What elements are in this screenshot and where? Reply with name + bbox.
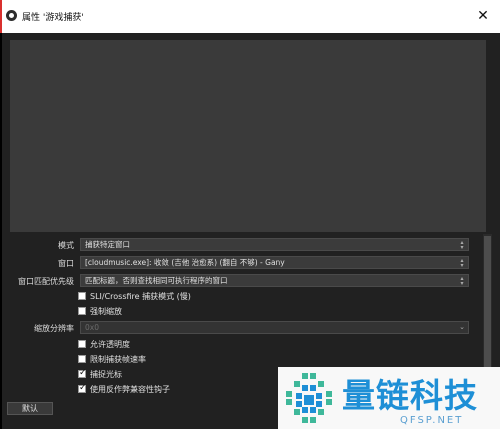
checkbox-box[interactable] bbox=[78, 340, 86, 348]
mode-label: 模式 bbox=[58, 241, 74, 250]
spin-arrows-icon: ▴ ▾ bbox=[460, 275, 464, 287]
mode-row: 模式 捕获特定窗口 ▴ ▾ bbox=[2, 238, 480, 252]
checkbox-box[interactable] bbox=[78, 355, 86, 363]
checkbox-box[interactable]: ✓ bbox=[78, 383, 87, 393]
checkbox-box[interactable] bbox=[78, 292, 86, 300]
force-scaling-label: 强制缩放 bbox=[90, 307, 122, 316]
spin-arrows-icon: ▴ ▾ bbox=[460, 239, 464, 251]
watermark-text-en: QFSP.NET bbox=[400, 415, 464, 426]
source-preview bbox=[10, 40, 486, 232]
scale-resolution-row: 缩放分辨率 0x0 ⌄ bbox=[2, 321, 480, 335]
limit-framerate-label: 限制捕获帧速率 bbox=[90, 355, 146, 364]
checkbox-box[interactable] bbox=[78, 307, 86, 315]
defaults-button[interactable]: 默认 bbox=[7, 402, 53, 415]
window-label: 窗口 bbox=[58, 259, 74, 268]
spin-arrows-icon: ▴ ▾ bbox=[460, 257, 464, 269]
window-row: 窗口 [cloudmusic.exe]: 收敛 (吉他 治愈系) (翻自 不够)… bbox=[2, 256, 480, 270]
anticheat-hook-label: 使用反作弊兼容性钩子 bbox=[90, 385, 170, 394]
scale-resolution-value: 0x0 bbox=[85, 323, 99, 332]
chevron-down-icon: ⌄ bbox=[459, 323, 465, 331]
match-priority-label: 窗口匹配优先级 bbox=[18, 277, 74, 286]
watermark: 量链科技 QFSP.NET bbox=[278, 367, 500, 429]
obs-app-icon bbox=[6, 10, 17, 21]
watermark-text-cn: 量链科技 bbox=[342, 376, 478, 415]
title-bar: 属性 '游戏捕获' ✕ bbox=[0, 0, 500, 33]
mode-select[interactable]: 捕获特定窗口 ▴ ▾ bbox=[80, 238, 469, 251]
check-icon: ✓ bbox=[79, 368, 87, 378]
scale-resolution-label: 缩放分辨率 bbox=[34, 324, 74, 333]
match-priority-row: 窗口匹配优先级 匹配标题，否则查找相同可执行程序的窗口 ▴ ▾ bbox=[2, 274, 480, 288]
check-icon: ✓ bbox=[79, 383, 87, 393]
window-value: [cloudmusic.exe]: 收敛 (吉他 治愈系) (翻自 不够) - … bbox=[85, 258, 285, 267]
close-button[interactable]: ✕ bbox=[474, 6, 492, 26]
scale-resolution-select[interactable]: 0x0 ⌄ bbox=[80, 321, 469, 334]
allow-transparency-label: 允许透明度 bbox=[90, 340, 130, 349]
match-priority-value: 匹配标题，否则查找相同可执行程序的窗口 bbox=[85, 276, 228, 285]
window-title: 属性 '游戏捕获' bbox=[22, 13, 84, 23]
watermark-logo-icon bbox=[286, 373, 332, 423]
sli-crossfire-label: SLI/Crossfire 捕获模式 (慢) bbox=[90, 292, 191, 301]
checkbox-box[interactable]: ✓ bbox=[78, 368, 87, 378]
window-select[interactable]: [cloudmusic.exe]: 收敛 (吉他 治愈系) (翻自 不够) - … bbox=[80, 256, 469, 269]
scrollbar-thumb[interactable] bbox=[484, 236, 491, 368]
title-accent bbox=[0, 0, 2, 33]
capture-cursor-label: 捕捉光标 bbox=[90, 370, 122, 379]
mode-value: 捕获特定窗口 bbox=[85, 240, 130, 249]
match-priority-select[interactable]: 匹配标题，否则查找相同可执行程序的窗口 ▴ ▾ bbox=[80, 274, 469, 287]
